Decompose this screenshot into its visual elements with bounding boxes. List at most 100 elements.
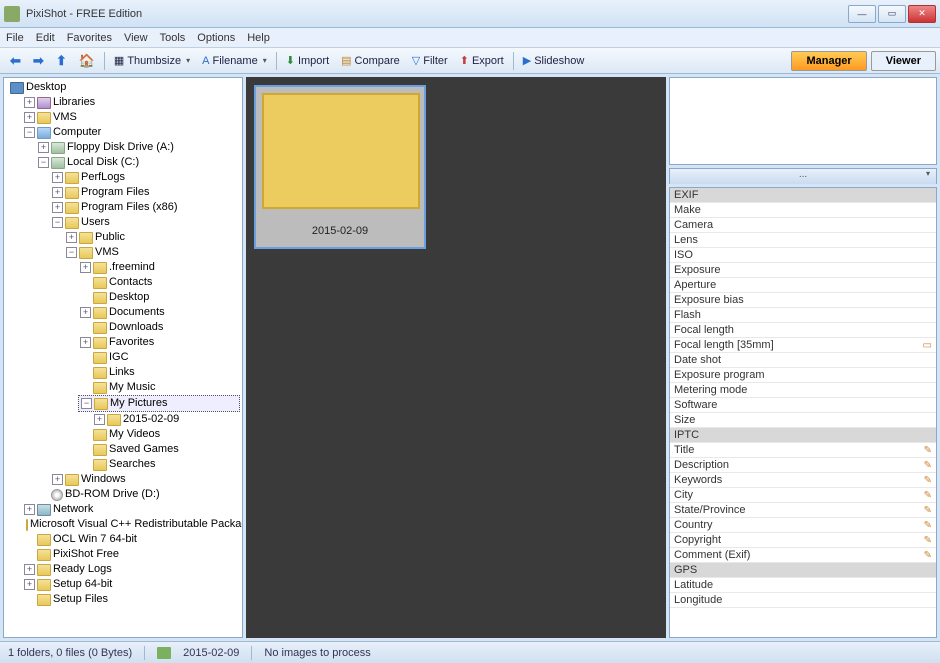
- close-button[interactable]: ✕: [908, 5, 936, 23]
- expand-icon[interactable]: +: [52, 202, 63, 213]
- expand-icon[interactable]: +: [80, 307, 91, 318]
- expand-icon[interactable]: +: [24, 564, 35, 575]
- tree-vms[interactable]: VMS: [53, 110, 77, 125]
- expand-icon[interactable]: +: [52, 172, 63, 183]
- tree-links[interactable]: Links: [109, 365, 135, 380]
- tree-searches[interactable]: Searches: [109, 457, 155, 472]
- pencil-icon[interactable]: ✎: [924, 475, 932, 486]
- menu-file[interactable]: File: [6, 32, 24, 44]
- tree-downloads[interactable]: Downloads: [109, 320, 163, 335]
- expand-icon[interactable]: +: [66, 232, 77, 243]
- tree-savedgames[interactable]: Saved Games: [109, 442, 179, 457]
- tree-documents[interactable]: Documents: [109, 305, 165, 320]
- expand-icon[interactable]: +: [24, 504, 35, 515]
- meta-city: City: [674, 489, 924, 501]
- filter-button[interactable]: ▽Filter: [406, 52, 454, 69]
- collapse-icon[interactable]: −: [81, 398, 92, 409]
- window-title: PixiShot - FREE Edition: [26, 8, 848, 20]
- collapse-icon[interactable]: −: [24, 127, 35, 138]
- collapse-icon[interactable]: −: [38, 157, 49, 168]
- menu-edit[interactable]: Edit: [36, 32, 55, 44]
- collapse-icon[interactable]: −: [66, 247, 77, 258]
- pencil-icon[interactable]: ✎: [924, 460, 932, 471]
- tree-floppy[interactable]: Floppy Disk Drive (A:): [67, 140, 174, 155]
- meta-country: Country: [674, 519, 924, 531]
- tree-desktop[interactable]: Desktop: [26, 80, 66, 95]
- expand-icon[interactable]: +: [24, 112, 35, 123]
- tree-bdrom[interactable]: BD-ROM Drive (D:): [65, 487, 160, 502]
- collapse-icon[interactable]: −: [52, 217, 63, 228]
- pencil-icon[interactable]: ✎: [924, 535, 932, 546]
- tree-setup64[interactable]: Setup 64-bit: [53, 577, 112, 592]
- tree-mymusic[interactable]: My Music: [109, 380, 155, 395]
- pencil-icon[interactable]: ✎: [924, 520, 932, 531]
- expand-icon[interactable]: +: [80, 337, 91, 348]
- tree-myvideos[interactable]: My Videos: [109, 427, 160, 442]
- tree-windows[interactable]: Windows: [81, 472, 126, 487]
- expand-icon[interactable]: +: [80, 262, 91, 273]
- meta-expprog: Exposure program: [674, 369, 932, 381]
- metadata-panel[interactable]: EXIF Make Camera Lens ISO Exposure Apert…: [669, 187, 937, 638]
- nav-up-button[interactable]: ⬆: [50, 51, 73, 71]
- import-button[interactable]: ⬇Import: [280, 52, 335, 69]
- minimize-button[interactable]: —: [848, 5, 876, 23]
- tree-igc[interactable]: IGC: [109, 350, 129, 365]
- tree-pixishot[interactable]: PixiShot Free: [53, 547, 119, 562]
- viewer-mode-button[interactable]: Viewer: [871, 51, 936, 71]
- expand-icon[interactable]: +: [94, 414, 105, 425]
- tree-programfilesx86[interactable]: Program Files (x86): [81, 200, 178, 215]
- menu-favorites[interactable]: Favorites: [67, 32, 112, 44]
- tree-favorites[interactable]: Favorites: [109, 335, 154, 350]
- tree-contacts[interactable]: Contacts: [109, 275, 152, 290]
- thumbsize-button[interactable]: ▦Thumbsize▾: [108, 52, 196, 69]
- tree-freemind[interactable]: .freemind: [109, 260, 155, 275]
- menu-view[interactable]: View: [124, 32, 148, 44]
- status-counts: 1 folders, 0 files (0 Bytes): [8, 647, 132, 659]
- thumbnail-item[interactable]: 2015-02-09: [254, 85, 426, 249]
- thumbnail-panel[interactable]: 2015-02-09: [246, 77, 666, 638]
- tree-users[interactable]: Users: [81, 215, 110, 230]
- edit-icon[interactable]: ▭: [923, 340, 932, 351]
- tree-mypictures[interactable]: My Pictures: [110, 396, 167, 411]
- menu-tools[interactable]: Tools: [160, 32, 186, 44]
- manager-mode-button[interactable]: Manager: [791, 51, 866, 71]
- pencil-icon[interactable]: ✎: [924, 490, 932, 501]
- tree-vms2[interactable]: VMS: [95, 245, 119, 260]
- tree-libraries[interactable]: Libraries: [53, 95, 95, 110]
- expand-icon[interactable]: +: [38, 142, 49, 153]
- menu-help[interactable]: Help: [247, 32, 270, 44]
- expand-icon[interactable]: +: [24, 579, 35, 590]
- nav-home-button[interactable]: 🏠: [73, 51, 101, 71]
- tree-perflogs[interactable]: PerfLogs: [81, 170, 125, 185]
- expand-icon[interactable]: +: [52, 474, 63, 485]
- expand-icon[interactable]: +: [24, 97, 35, 108]
- tree-setupfiles[interactable]: Setup Files: [53, 592, 108, 607]
- pencil-icon[interactable]: ✎: [924, 445, 932, 456]
- slideshow-button[interactable]: ▶Slideshow: [517, 52, 591, 69]
- export-button[interactable]: ⬆Export: [454, 52, 510, 69]
- tree-desktop2[interactable]: Desktop: [109, 290, 149, 305]
- folder-icon: [37, 112, 51, 124]
- folder-tree[interactable]: Desktop + Libraries + VMS − Computer + Flopp…: [3, 77, 243, 638]
- menu-options[interactable]: Options: [197, 32, 235, 44]
- pencil-icon[interactable]: ✎: [924, 550, 932, 561]
- maximize-button[interactable]: ▭: [878, 5, 906, 23]
- disc-icon: [51, 489, 63, 501]
- tree-msvcpp[interactable]: Microsoft Visual C++ Redistributable Pac…: [30, 517, 243, 532]
- tree-readylogs[interactable]: Ready Logs: [53, 562, 112, 577]
- tree-localdisk[interactable]: Local Disk (C:): [67, 155, 139, 170]
- metadata-dropdown[interactable]: ...: [669, 168, 937, 184]
- filename-button[interactable]: AFilename▾: [196, 53, 273, 69]
- compare-button[interactable]: ▤Compare: [335, 52, 406, 69]
- tree-ocl[interactable]: OCL Win 7 64-bit: [53, 532, 137, 547]
- tree-network[interactable]: Network: [53, 502, 93, 517]
- meta-section-iptc: IPTC: [674, 429, 932, 441]
- tree-computer[interactable]: Computer: [53, 125, 101, 140]
- nav-forward-button[interactable]: ➡: [27, 51, 50, 71]
- expand-icon[interactable]: +: [52, 187, 63, 198]
- nav-back-button[interactable]: ⬅: [4, 51, 27, 71]
- tree-public[interactable]: Public: [95, 230, 125, 245]
- pencil-icon[interactable]: ✎: [924, 505, 932, 516]
- tree-datefolder[interactable]: 2015-02-09: [123, 412, 179, 427]
- tree-programfiles[interactable]: Program Files: [81, 185, 149, 200]
